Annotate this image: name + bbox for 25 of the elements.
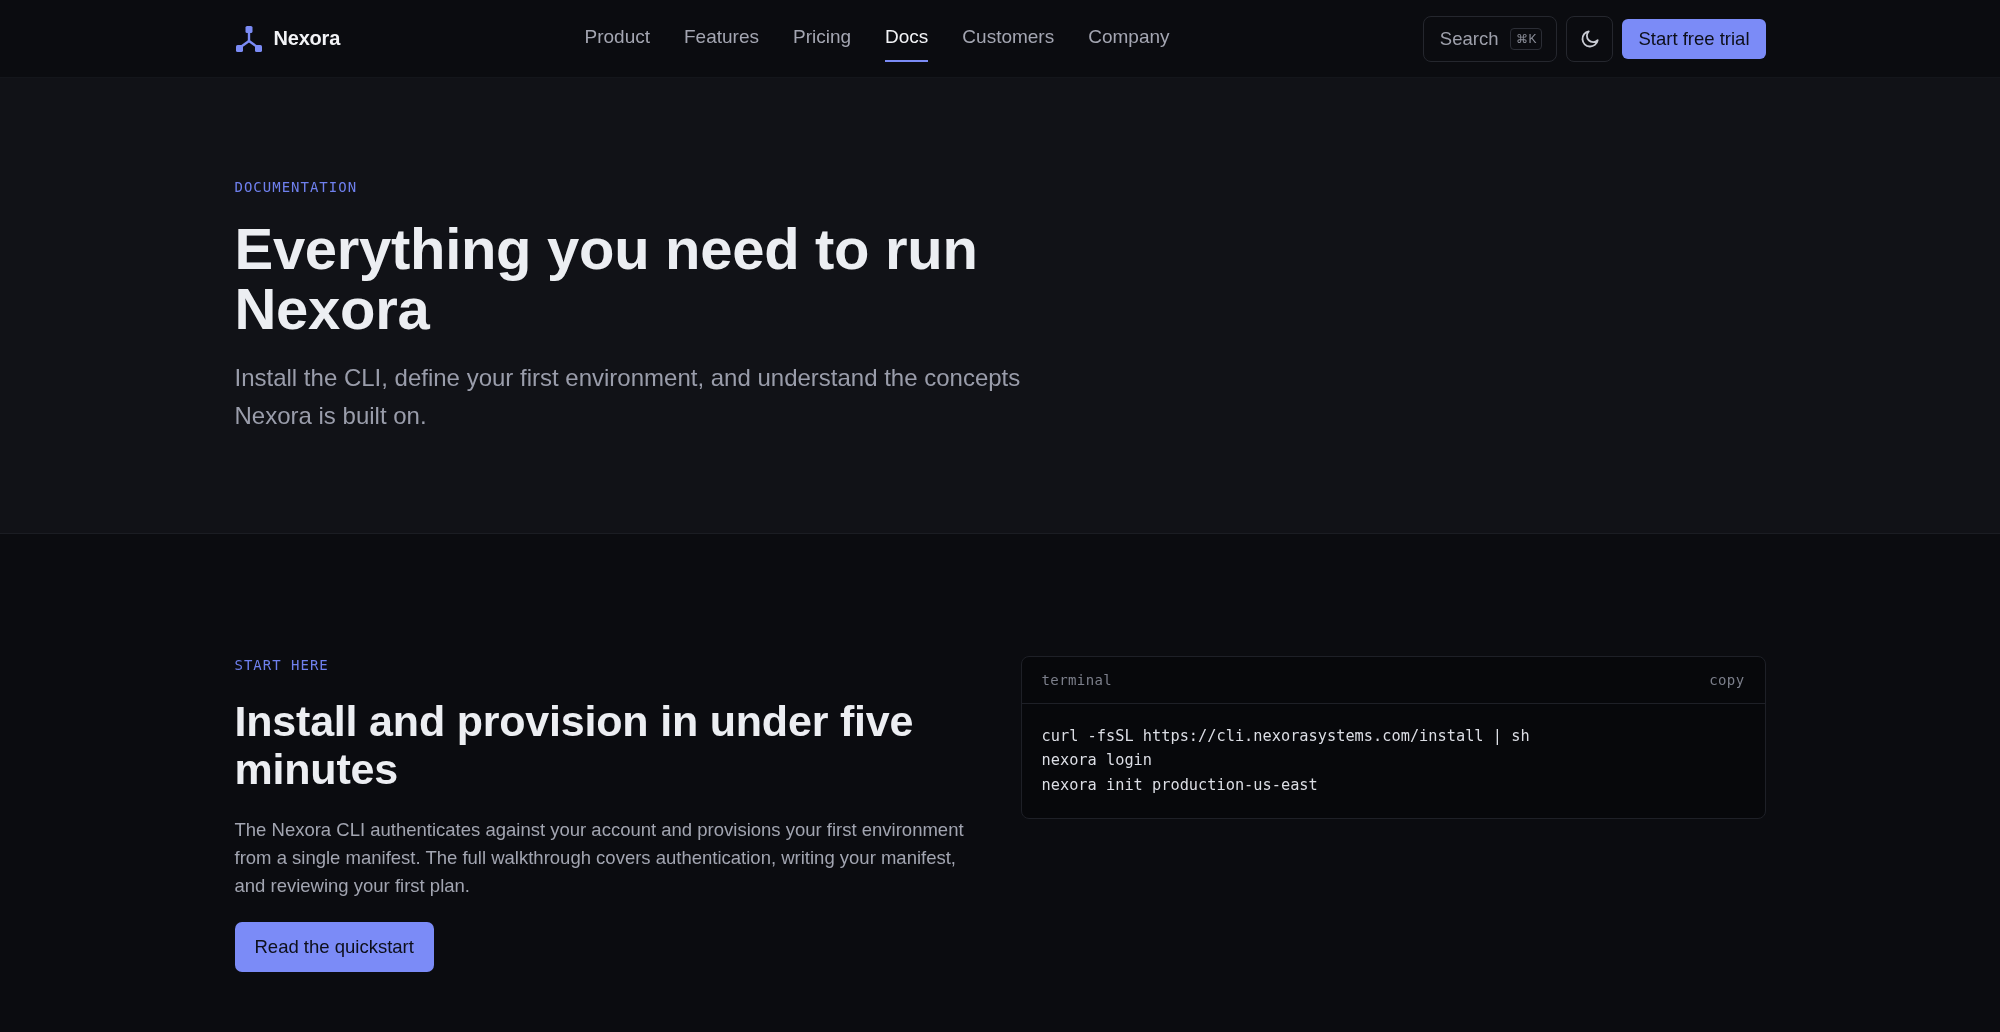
- code-line: curl -fsSL https://cli.nexorasystems.com/install | sh: [1041, 726, 1530, 747]
- nav-link[interactable]: Company: [1088, 15, 1170, 62]
- quickstart-button[interactable]: Read the quickstart: [234, 922, 434, 972]
- start-trial-button[interactable]: Start free trial: [1622, 18, 1766, 59]
- code-line: nexora login: [1041, 750, 1152, 772]
- section-title: Install and provision in under five minutes: [234, 697, 915, 793]
- brand-name: Nexora: [273, 27, 341, 50]
- moon-icon: [1580, 29, 1599, 48]
- code-line: nexora init production-us-east: [1041, 774, 1318, 796]
- hero-title: Everything you need to run Nexora: [234, 219, 979, 339]
- copy-button[interactable]: copy: [1709, 671, 1745, 689]
- nav-link[interactable]: Features: [684, 15, 759, 62]
- shortcut-key: ⌘K: [1510, 27, 1543, 50]
- eyebrow-label: DOCUMENTATION: [234, 178, 358, 196]
- nav-link[interactable]: Customers: [962, 15, 1055, 62]
- theme-toggle-button[interactable]: [1566, 15, 1614, 62]
- hero-subtitle: Install the CLI, define your first environment, and understand the concepts Nexora is built on.: [234, 363, 1022, 431]
- nav-link[interactable]: Pricing: [792, 15, 852, 62]
- nav-link[interactable]: Product: [584, 15, 650, 62]
- logo-icon: [234, 24, 263, 53]
- eyebrow-label: START HERE: [234, 656, 329, 674]
- terminal-label: terminal: [1041, 671, 1113, 689]
- search-button[interactable]: Search ⌘K: [1422, 15, 1558, 62]
- section-description: The Nexora CLI authenticates against your account and provisions your first environment from a single manifest. The full walkthrough covers authentication, writing your manifest, and reviewing your first plan.: [234, 818, 965, 898]
- nav-link[interactable]: Docs: [885, 15, 929, 62]
